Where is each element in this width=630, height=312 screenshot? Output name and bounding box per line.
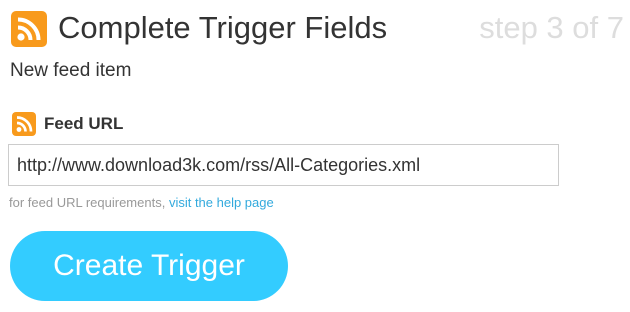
help-page-link[interactable]: visit the help page bbox=[169, 195, 274, 210]
trigger-name: New feed item bbox=[10, 60, 132, 81]
rss-icon bbox=[11, 11, 47, 47]
rss-icon bbox=[12, 112, 36, 136]
feed-url-label: Feed URL bbox=[44, 114, 124, 133]
trigger-fields-page: Complete Trigger Fields step 3 of 7 New … bbox=[0, 0, 630, 312]
create-trigger-button[interactable]: Create Trigger bbox=[10, 231, 288, 301]
step-indicator: step 3 of 7 bbox=[479, 10, 624, 45]
help-text-prefix: for feed URL requirements, bbox=[9, 195, 166, 210]
page-title: Complete Trigger Fields bbox=[58, 10, 388, 45]
feed-url-input[interactable] bbox=[8, 144, 559, 186]
help-text: for feed URL requirements, visit the hel… bbox=[9, 194, 274, 212]
